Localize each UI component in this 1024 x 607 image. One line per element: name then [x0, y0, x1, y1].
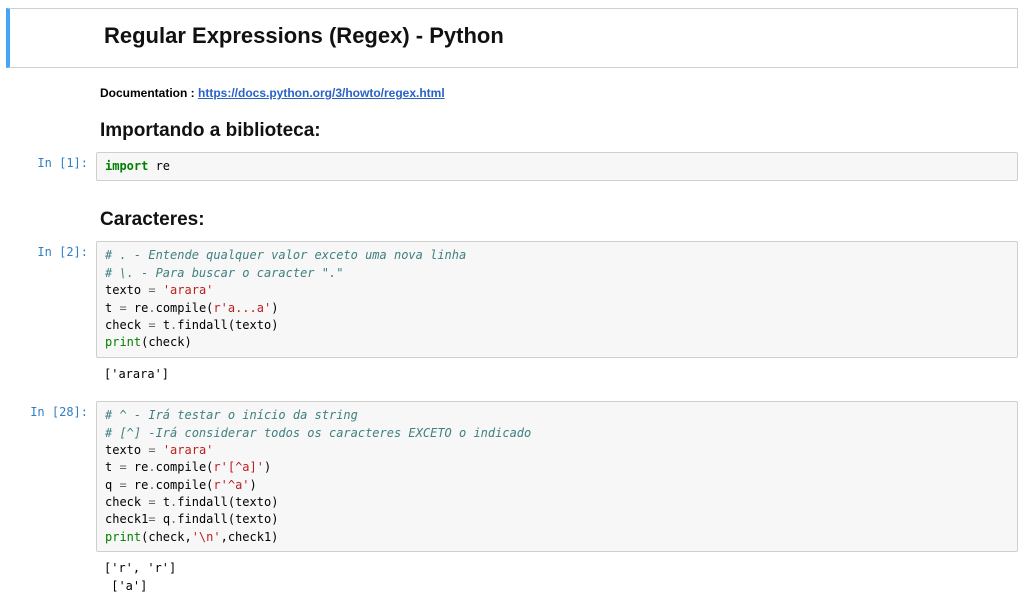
code-text: check [105, 318, 148, 332]
section-chars: Caracteres: [100, 209, 1018, 231]
code-text: ,check1) [221, 530, 279, 544]
code-text: q [156, 512, 170, 526]
string: 'arara' [156, 443, 214, 457]
doc-link[interactable]: https://docs.python.org/3/howto/regex.ht… [198, 86, 445, 100]
code-text: findall(texto) [177, 512, 278, 526]
code-output-2: ['arara'] [96, 360, 1018, 385]
output-row-2: ['arara'] [6, 360, 1018, 385]
code-text: (check) [141, 335, 192, 349]
code-text: compile( [156, 460, 214, 474]
op-eq: = [148, 443, 155, 457]
section-import: Importando a biblioteca: [100, 120, 1018, 142]
code-input-3[interactable]: # ^ - Irá testar o início da string # [^… [96, 401, 1018, 552]
section-chars-wrap: Caracteres: [6, 209, 1018, 231]
string: r'^a' [213, 478, 249, 492]
code-text: t [105, 460, 119, 474]
code-text: compile( [156, 478, 214, 492]
op-eq: = [119, 478, 126, 492]
code-text: t [156, 318, 170, 332]
code-text: findall(texto) [177, 495, 278, 509]
title-cell: Regular Expressions (Regex) - Python [6, 8, 1018, 68]
code-cell-3: In [28]: # ^ - Irá testar o início da st… [6, 401, 1018, 552]
prompt-in-28: In [28]: [6, 401, 96, 419]
code-text: re [127, 301, 149, 315]
code-text: ) [264, 460, 271, 474]
op-dot: . [148, 460, 155, 474]
code-text: ) [271, 301, 278, 315]
builtin-print: print [105, 335, 141, 349]
op-dot: . [148, 301, 155, 315]
prompt-empty [6, 554, 96, 558]
page-title: Regular Expressions (Regex) - Python [104, 23, 1017, 49]
prompt-empty [6, 360, 96, 364]
op-eq: = [148, 318, 155, 332]
code-text: re [127, 460, 149, 474]
code-text: findall(texto) [177, 318, 278, 332]
code-cell-2: In [2]: # . - Entende qualquer valor exc… [6, 241, 1018, 357]
code-text: check [105, 495, 148, 509]
code-text: texto [105, 283, 148, 297]
code-text: q [105, 478, 119, 492]
kw-import: import [105, 159, 148, 173]
output-row-3: ['r', 'r'] ['a'] [6, 554, 1018, 597]
code-input-2[interactable]: # . - Entende qualquer valor exceto uma … [96, 241, 1018, 357]
doc-label: Documentation : [100, 86, 198, 100]
string: r'[^a]' [213, 460, 264, 474]
op-eq: = [119, 460, 126, 474]
code-text: compile( [156, 301, 214, 315]
op-eq: = [148, 512, 155, 526]
code-output-3: ['r', 'r'] ['a'] [96, 554, 1018, 597]
code-text: t [105, 301, 119, 315]
code-text: check1 [105, 512, 148, 526]
op-eq: = [119, 301, 126, 315]
string: 'arara' [156, 283, 214, 297]
code-text: texto [105, 443, 148, 457]
comment: # ^ - Irá testar o início da string [105, 408, 358, 422]
string: '\n' [192, 530, 221, 544]
prompt-in-1: In [1]: [6, 152, 96, 170]
code-cell-1: In [1]: import re [6, 152, 1018, 181]
comment: # . - Entende qualquer valor exceto uma … [105, 248, 466, 262]
module-re: re [148, 159, 170, 173]
code-text: ) [250, 478, 257, 492]
op-eq: = [148, 495, 155, 509]
code-text: t [156, 495, 170, 509]
comment: # [^] -Irá considerar todos os caractere… [105, 426, 531, 440]
prompt-in-2: In [2]: [6, 241, 96, 259]
doc-line-cell: Documentation : https://docs.python.org/… [6, 86, 1018, 100]
comment: # \. - Para buscar o caracter "." [105, 266, 343, 280]
op-eq: = [148, 283, 155, 297]
code-input-1[interactable]: import re [96, 152, 1018, 181]
code-text: re [127, 478, 149, 492]
section-import-wrap: Importando a biblioteca: [6, 120, 1018, 142]
builtin-print: print [105, 530, 141, 544]
string: r'a...a' [213, 301, 271, 315]
op-dot: . [148, 478, 155, 492]
code-text: (check, [141, 530, 192, 544]
